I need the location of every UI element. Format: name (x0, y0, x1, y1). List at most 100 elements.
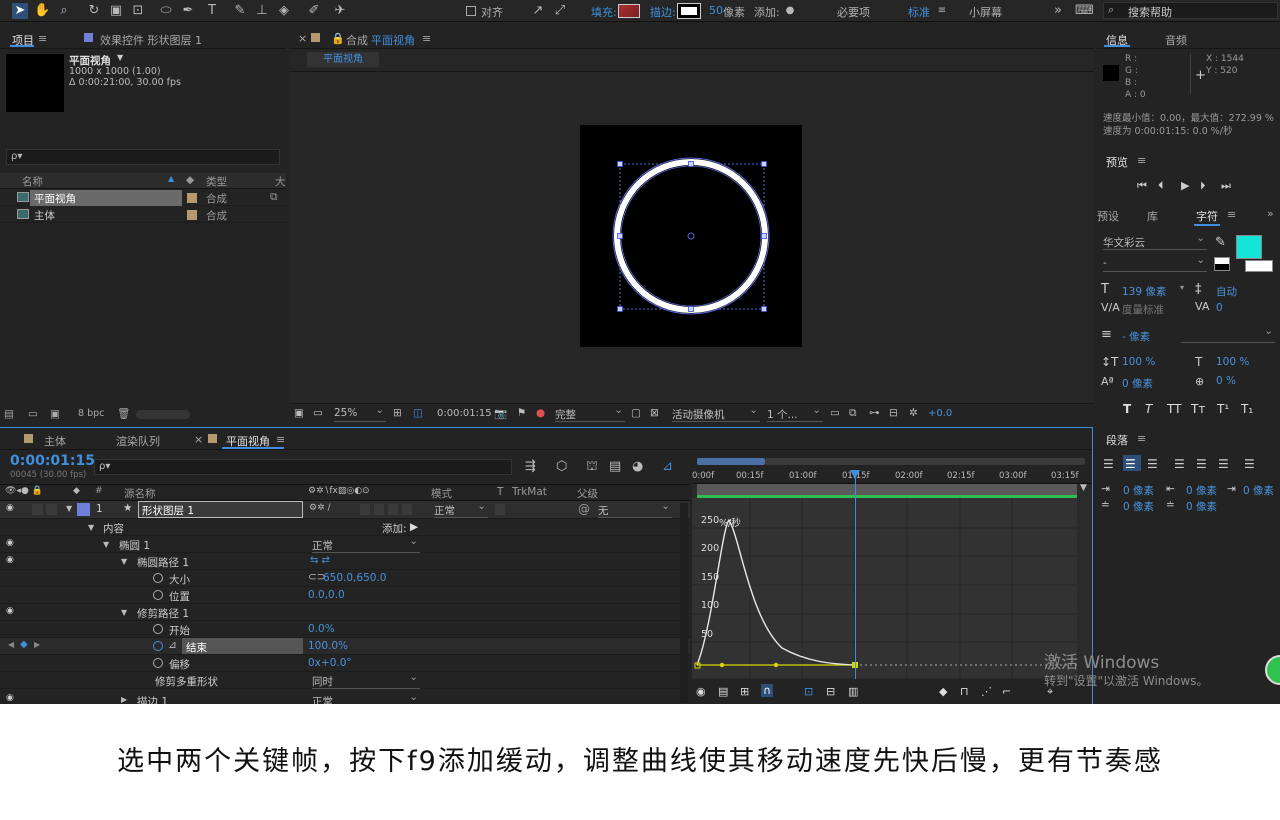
eraser-tool-icon[interactable]: ◈ (276, 3, 292, 19)
baseline-shift-value[interactable]: 0 像素 (1122, 376, 1153, 391)
show-snapshot-icon[interactable]: ⚑ (517, 407, 526, 419)
workspace-standard[interactable]: 标准 (908, 4, 930, 20)
paragraph-menu-icon[interactable]: ≡ (1137, 432, 1146, 445)
property-row-contents[interactable]: ▼ 内容 添加: ▶ (0, 519, 690, 536)
stroke-over-fill-select[interactable] (1181, 325, 1275, 343)
prev-frame-icon[interactable]: ⏴ (1158, 179, 1164, 193)
stroke-swatch[interactable] (677, 3, 701, 19)
transparency-grid-icon[interactable]: ⊠ (650, 407, 659, 419)
fast-previews-icon[interactable]: ⊟ (889, 407, 898, 419)
layer-row[interactable]: ◉ ▼ 1 ★ 形状图层 1 ⚙✲ ∕ 正常 @ 无 (0, 500, 690, 519)
lock-toggle[interactable] (46, 504, 57, 515)
draft-3d-icon[interactable]: ⬡ (556, 459, 567, 474)
fit-selection-icon[interactable]: ⊡ (804, 685, 813, 698)
workspace-menu-icon[interactable]: ≡ (934, 3, 950, 19)
all-caps-icon[interactable]: TT (1167, 402, 1181, 416)
indent-first-value[interactable]: 0 像素 (1243, 483, 1274, 498)
ellipse-tool-icon[interactable]: ⬭ (158, 3, 174, 19)
solo-toggle[interactable] (32, 504, 43, 515)
bpc-button[interactable]: 8 bpc (78, 408, 104, 419)
motion-blur-icon[interactable]: ◕ (632, 459, 643, 474)
fit-all-icon[interactable]: ⊟ (826, 685, 835, 698)
align-checkbox[interactable] (466, 6, 476, 16)
preserve-transparency-toggle[interactable] (495, 504, 505, 515)
property-row-position[interactable]: 位置 0.0,0.0 (0, 587, 690, 604)
exposure-icon[interactable]: ✲ (909, 407, 918, 419)
mask-visibility-icon[interactable]: ◫ (413, 407, 423, 419)
snap-magnet-icon[interactable]: ∩ (761, 684, 774, 697)
stroke-blend-select[interactable]: 正常 (312, 691, 420, 704)
graph-editor[interactable]: 0:00f 00:15f 01:00f 01:15f 02:00f 02:15f… (692, 453, 1092, 704)
project-item[interactable]: 平面视角 合成 ⧉ (0, 190, 286, 206)
tsume-value[interactable]: 0 % (1216, 375, 1236, 387)
influence-handle[interactable] (773, 662, 779, 668)
flowchart-view-icon[interactable]: ⊶ (869, 407, 880, 419)
sort-ascending-icon[interactable]: ▲ (168, 174, 174, 183)
stopwatch-icon[interactable] (153, 573, 163, 583)
property-row-start[interactable]: 开始 0.0% (0, 621, 690, 638)
offset-value[interactable]: 0x+0.0° (308, 657, 352, 669)
faux-bold-icon[interactable]: T (1123, 402, 1131, 416)
zoom-slider[interactable] (765, 458, 1085, 465)
influence-handle[interactable] (719, 662, 725, 668)
separate-dimensions-icon[interactable]: ▥ (848, 685, 858, 698)
superscript-icon[interactable]: T¹ (1217, 402, 1229, 416)
resolution-select[interactable]: 完整 (555, 404, 625, 422)
justify-all-icon[interactable]: ☰ (1244, 457, 1255, 471)
linear-keyframe-icon[interactable]: ⋰ (981, 685, 992, 698)
expand-icon[interactable]: ⤢ (552, 3, 568, 19)
property-row-offset[interactable]: 偏移 0x+0.0° (0, 655, 690, 672)
eyedropper-icon[interactable]: ✎ (1215, 235, 1226, 250)
pen-tool-icon[interactable]: ✒ (180, 3, 196, 19)
layer-scrollbar[interactable] (680, 503, 688, 703)
comp-breadcrumb[interactable]: 平面视角 (307, 52, 379, 67)
align-right-icon[interactable]: ☰ (1147, 457, 1158, 471)
stroke-color-swatch[interactable] (1245, 260, 1273, 272)
snap-icon[interactable]: ↗ (530, 3, 546, 19)
col-type-header[interactable]: 类型 (206, 174, 227, 189)
comp-tab-menu-icon[interactable]: ≡ (422, 32, 431, 45)
switch-box[interactable] (388, 504, 398, 515)
tab-library[interactable]: 库 (1147, 208, 1158, 224)
auto-bezier-icon[interactable]: ⌐ (1002, 685, 1011, 698)
rotate-tool-icon[interactable]: ↻ (86, 3, 102, 19)
shy-layers-icon[interactable]: ⛫ (586, 459, 598, 476)
property-row-trim-paths[interactable]: ◉ ▼ 修剪路径 1 (0, 604, 690, 621)
vertical-scale-value[interactable]: 100 % (1122, 356, 1155, 368)
layer-mode-select[interactable]: 正常 (434, 500, 488, 518)
black-white-swatch[interactable] (1214, 257, 1230, 271)
tab-presets[interactable]: 预设 (1097, 208, 1119, 224)
label-color-swatch[interactable] (187, 193, 197, 203)
puppet-pin-tool-icon[interactable]: ✈ (332, 3, 348, 19)
transform-box-icon[interactable]: ⊞ (740, 685, 749, 698)
mode-header[interactable]: 模式 (431, 486, 452, 501)
exposure-value[interactable]: +0.0 (928, 408, 952, 419)
first-frame-icon[interactable]: ⏮ (1137, 179, 1147, 193)
stopwatch-icon[interactable] (153, 590, 163, 600)
speed-graph[interactable] (692, 498, 1092, 678)
col-name-header[interactable]: 名称 (22, 174, 43, 189)
leading-value[interactable]: 自动 (1216, 284, 1237, 299)
roto-brush-tool-icon[interactable]: ✐ (306, 3, 322, 19)
layer-name-field[interactable]: 形状图层 1 (138, 501, 303, 518)
expand-icon[interactable]: ▶ (121, 695, 127, 704)
tab-project-menu-icon[interactable]: ≡ (38, 32, 47, 45)
channel-icon[interactable]: ● (536, 407, 545, 419)
indent-left-value[interactable]: 0 像素 (1123, 483, 1154, 498)
switch-box[interactable] (374, 504, 384, 515)
add-keyframe-icon[interactable]: ◆ (20, 639, 28, 650)
preview-menu-icon[interactable]: ≡ (1137, 154, 1146, 167)
thumbnail-scroll[interactable] (136, 410, 190, 419)
switch-box[interactable] (402, 504, 412, 515)
hand-tool-icon[interactable]: ✋ (34, 3, 50, 19)
property-row-stroke[interactable]: ◉ ▶ 描边 1 正常 (0, 689, 690, 704)
kerning-value[interactable]: 度量标准 (1122, 302, 1164, 317)
justify-left-icon[interactable]: ☰ (1174, 457, 1185, 471)
fill-swatch[interactable] (618, 4, 640, 18)
graph-type-icon[interactable]: ▤ (718, 685, 728, 698)
horizontal-scale-value[interactable]: 100 % (1216, 356, 1249, 368)
stopwatch-icon[interactable] (153, 658, 163, 668)
views-select[interactable]: 1 个... (767, 404, 823, 422)
new-comp-icon[interactable]: ▣ (50, 408, 60, 420)
faux-italic-icon[interactable]: T (1145, 402, 1152, 416)
